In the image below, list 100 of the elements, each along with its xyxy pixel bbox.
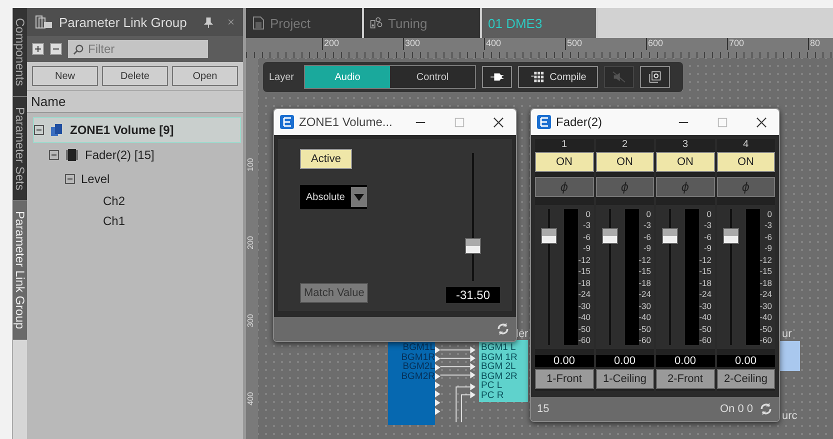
destination-block[interactable]: BGM1 L BGM 1R BGM 2L BGM 2R PC L PC R [479, 340, 528, 402]
side-tab[interactable]: Parameter Link Group [13, 201, 27, 340]
refresh-icon[interactable] [496, 322, 510, 336]
on-button[interactable]: ON [656, 152, 714, 172]
panel-button[interactable]: New [32, 66, 98, 86]
on-button[interactable]: ON [716, 152, 775, 172]
scale-label: -15 [760, 266, 772, 276]
channel-reading: 0.00 [596, 355, 654, 367]
channel-name-button[interactable]: 2-Front [656, 369, 714, 389]
scale-label: -24 [638, 289, 651, 300]
scale-label: -3 [764, 220, 772, 230]
tree-item[interactable]: Ch1 [103, 211, 243, 231]
mode-dropdown[interactable]: Absolute [300, 185, 367, 209]
scale-label: -60 [578, 334, 590, 345]
ruler-label: 80 [808, 38, 833, 50]
side-tab[interactable]: Parameter Sets [13, 97, 27, 202]
tree-item[interactable]: Ch2 [103, 191, 243, 211]
close-icon[interactable] [756, 116, 767, 128]
tree-item[interactable]: ZONE1 Volume [9] [33, 117, 241, 143]
channel-name-button[interactable]: 1-Front [535, 369, 594, 389]
scale-label: -50 [638, 324, 651, 334]
fader-thumb[interactable] [722, 228, 738, 244]
channel-number: 3 [681, 139, 690, 150]
port-label: BGM1L [402, 343, 435, 352]
on-button[interactable]: ON [535, 152, 594, 172]
collapse-icon[interactable] [65, 174, 75, 184]
plug-icon [489, 71, 506, 83]
scale-label: -18 [578, 278, 590, 288]
active-button[interactable]: Active [300, 149, 352, 169]
collapse-icon[interactable] [49, 150, 59, 160]
channel-number: 2 [620, 139, 629, 150]
collapse-icon[interactable] [34, 125, 44, 135]
fader-thumb[interactable] [662, 228, 678, 244]
scale-label: -24 [578, 289, 590, 300]
scale-label: -9 [643, 243, 651, 254]
channel-reading: 0.00 [535, 355, 594, 367]
match-value-button[interactable]: Match Value [300, 283, 368, 303]
port-label: BGM2L [402, 362, 435, 372]
scale-label: -40 [760, 312, 772, 322]
scale-label: -18 [760, 278, 772, 288]
expand-all-icon[interactable] [32, 43, 44, 55]
scale-label: -18 [699, 278, 712, 288]
tuning-icon [370, 16, 383, 30]
app-icon [280, 115, 294, 129]
scale-label: -9 [764, 243, 772, 254]
scale-label: -6 [582, 232, 590, 242]
scale-label: -3 [704, 220, 712, 230]
ruler-label: 100 [246, 158, 255, 172]
ruler-label: 200 [246, 236, 255, 250]
scale-label: -40 [578, 312, 590, 322]
panel-button[interactable]: Open [172, 66, 238, 86]
connect-button[interactable] [482, 66, 512, 88]
ruler-label: 500 [565, 38, 646, 50]
scale-label: -12 [578, 254, 590, 265]
panel-button[interactable]: Delete [102, 66, 168, 86]
block-fragment [780, 341, 800, 371]
scale-label: -60 [699, 334, 712, 345]
scale-label: -12 [760, 254, 772, 265]
window-title: Fader(2) [556, 115, 604, 129]
fader-thumb[interactable] [541, 228, 557, 244]
port-label: BGM1R [401, 352, 435, 362]
compile-button[interactable]: Compile [518, 66, 598, 88]
channel-name-button[interactable]: 2-Ceiling [716, 369, 775, 389]
column-header[interactable]: Name [27, 90, 243, 113]
window-title: ZONE1 Volume... [299, 115, 394, 129]
port-label: PC R [481, 390, 505, 400]
document-icon [252, 16, 265, 30]
collapse-all-icon[interactable] [50, 43, 62, 55]
ruler-label: 400 [484, 38, 565, 50]
pin-icon[interactable] [204, 16, 213, 28]
ruler-label: 200 [322, 38, 403, 50]
layer-tab[interactable]: Audio [305, 66, 390, 88]
scale-label: -18 [638, 278, 651, 288]
tree-item[interactable]: Fader(2) [15] [49, 143, 243, 167]
port-label: BGM 2R [481, 372, 518, 381]
footer-count: 15 [537, 403, 550, 415]
ruler-label: 700 [727, 38, 808, 50]
ruler-label: 300 [246, 314, 255, 328]
group-icon [50, 123, 64, 137]
filter-field[interactable]: Filter [68, 40, 208, 58]
fader-thumb[interactable] [464, 238, 481, 254]
document-tab[interactable]: 01 DME3 [482, 8, 598, 38]
fader-reading: -31.50 [446, 287, 500, 303]
layer-tab[interactable]: Control [390, 66, 476, 88]
channel-name-button[interactable]: 1-Ceiling [596, 369, 654, 389]
scale-label: -12 [699, 254, 712, 265]
fader-thumb[interactable] [602, 228, 618, 244]
scale-label: -9 [582, 243, 590, 254]
channel-number: 1 [560, 139, 568, 150]
close-icon[interactable] [493, 116, 504, 128]
on-button[interactable]: ON [596, 152, 654, 172]
ruler-label: 400 [246, 392, 255, 406]
grid-icon [530, 71, 546, 83]
settings-button[interactable] [640, 66, 670, 88]
tree-item[interactable]: Level [65, 167, 243, 191]
side-tab[interactable]: Components [13, 8, 27, 98]
scale-label: -30 [699, 300, 712, 311]
scale-label: -3 [643, 220, 651, 230]
refresh-icon[interactable] [759, 402, 773, 416]
scale-label: -9 [704, 243, 712, 254]
